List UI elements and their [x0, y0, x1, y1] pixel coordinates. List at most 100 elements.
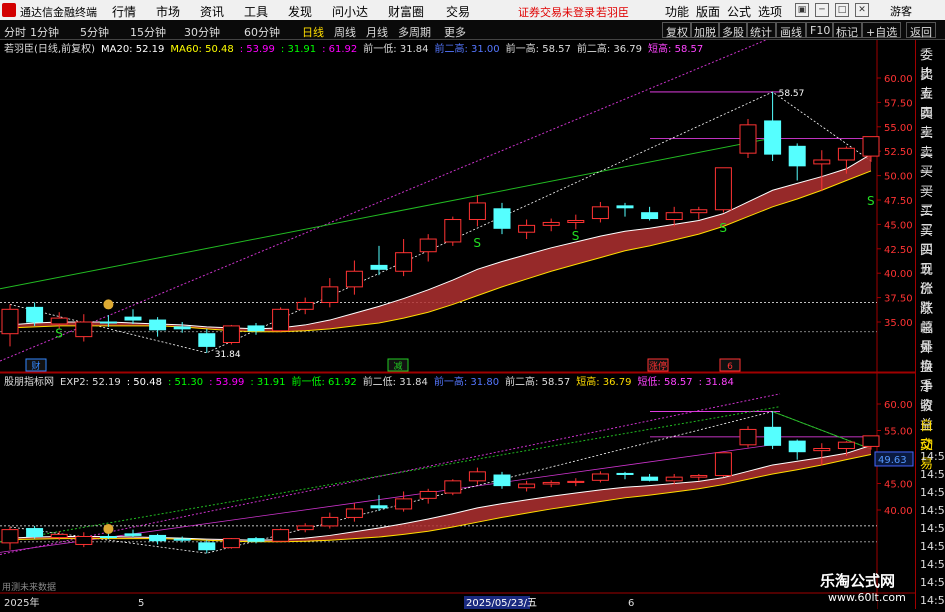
main-candle-16 — [395, 252, 413, 272]
period-60min[interactable]: 60分钟 — [244, 24, 280, 40]
period-15min[interactable]: 15分钟 — [130, 24, 166, 40]
y-tick-label: 55.00 — [884, 427, 913, 438]
right-panel-time-6: 14:56 — [920, 558, 945, 571]
s-marker-0: S — [55, 327, 63, 341]
sub-candle-25 — [616, 472, 634, 475]
main-candle-24 — [591, 206, 609, 220]
sub-candle-16 — [395, 498, 413, 510]
menu-wenxiaoda[interactable]: 问小达 — [332, 3, 368, 20]
btn-huaxian[interactable]: 画线 — [776, 22, 806, 39]
legend-item-1: MA20: 52.19 — [101, 44, 164, 55]
period-5min[interactable]: 5分钟 — [80, 24, 109, 40]
sub-candle-27 — [665, 476, 683, 482]
y-tick-label: 35.00 — [884, 318, 913, 329]
btn-duogu[interactable]: 多股 — [718, 22, 748, 39]
main-candle-35 — [862, 136, 880, 157]
menu-gongneng[interactable]: 功能 — [665, 3, 689, 20]
period-weekly[interactable]: 周线 — [334, 24, 356, 40]
menu-hangqing[interactable]: 行情 — [112, 3, 136, 20]
sub-candle-4 — [99, 536, 117, 538]
trade-login-warning[interactable]: 证券交易未登录 — [518, 4, 595, 20]
period-more[interactable]: 更多 — [444, 24, 466, 40]
right-panel-time-4: 14:56 — [920, 522, 945, 535]
btn-biaoji[interactable]: 标记 — [832, 22, 862, 39]
btn-add-favorite[interactable]: +自选 — [862, 22, 902, 39]
legend-item-4: : 53.99 — [209, 377, 244, 388]
event-marker-2: 涨停 — [649, 360, 667, 372]
btn-jiatuo[interactable]: 加脱 — [690, 22, 720, 39]
main-candle-25 — [616, 205, 634, 209]
main-candle-12 — [296, 301, 314, 310]
main-candle-23 — [567, 219, 585, 223]
menu-shichang[interactable]: 市场 — [156, 3, 180, 20]
kline-chart[interactable]: 若羽臣(日线,前复权) MA20: 52.19 MA60: 50.48: 53.99… — [0, 33, 915, 609]
money-bag-icon — [103, 299, 114, 310]
btn-tongji[interactable]: 统计 — [746, 22, 776, 39]
main-candle-6 — [149, 319, 167, 331]
sub-candle-31 — [764, 426, 782, 446]
period-1min[interactable]: 1分钟 — [30, 24, 59, 40]
legend-item-7: 前二低: 31.84 — [363, 375, 428, 388]
menu-xuanxiang[interactable]: 选项 — [758, 3, 782, 20]
y-tick-label: 42.50 — [884, 245, 913, 256]
sub-candle-8 — [198, 542, 216, 551]
btn-back[interactable]: 返回 — [906, 22, 936, 39]
menu-jiaoyi[interactable]: 交易 — [446, 3, 470, 20]
right-info-panel: 委比 卖五 卖四 卖三 卖二 卖一 买一 买二 买三 买四 买五 现价 涨跌 涨幅 总量 外盘 换手 净资 收益 自动… — [915, 40, 945, 609]
main-candle-1 — [26, 306, 44, 323]
main-candle-22 — [542, 221, 560, 226]
y-tick-label: 37.50 — [884, 294, 913, 305]
main-candle-27 — [665, 212, 683, 221]
sub-candle-28 — [690, 475, 708, 478]
sub-candle-2 — [50, 533, 68, 539]
legend-item-2: : 50.48 — [127, 377, 162, 388]
minimize-icon[interactable]: ─ — [815, 3, 829, 17]
stock-name-title: 若羽臣 — [596, 6, 629, 19]
future-data-note: 用测未来数据 — [2, 581, 56, 593]
legend-item-4: : 31.91 — [281, 44, 316, 55]
date-axis: 2025年 5 6 2025/05/23/五 — [0, 595, 877, 609]
watermark-url: www.60lt.com — [828, 591, 906, 604]
guest-login[interactable]: 游客 — [890, 3, 912, 19]
main-candle-32 — [788, 145, 806, 167]
legend-item-12: : 31.84 — [699, 377, 734, 388]
settings-icon[interactable]: ▣ — [795, 3, 809, 17]
menu-caifuquan[interactable]: 财富圈 — [388, 3, 424, 20]
main-candle-8 — [198, 333, 216, 347]
period-multi[interactable]: 多周期 — [398, 24, 431, 40]
legend-item-5: : 31.91 — [250, 377, 285, 388]
date-label-2: 6 — [628, 598, 634, 609]
date-label-1: 5 — [138, 598, 144, 609]
right-panel-time-0: 14:56 — [920, 450, 945, 463]
sub-candle-35 — [862, 435, 880, 447]
cursor-date: 2025/05/23/五 — [466, 598, 537, 609]
main-candle-31 — [764, 120, 782, 155]
y-tick-label: 40.00 — [884, 269, 913, 280]
menu-gongju[interactable]: 工具 — [244, 3, 268, 20]
btn-f10[interactable]: F10 — [806, 22, 835, 38]
s-marker-1: S — [473, 236, 481, 250]
menu-zixun[interactable]: 资讯 — [200, 3, 224, 20]
close-icon[interactable]: ✕ — [855, 3, 869, 17]
period-daily[interactable]: 日线 — [302, 24, 324, 40]
main-candle-34 — [837, 147, 855, 161]
main-candle-20 — [493, 208, 511, 229]
y-tick-label: 60.00 — [884, 400, 913, 411]
s-marker-3: S — [719, 221, 727, 235]
right-panel-time-1: 14:56 — [920, 468, 945, 481]
sub-candle-34 — [837, 441, 855, 450]
event-marker-1: 减 — [393, 360, 402, 372]
menu-faxian[interactable]: 发现 — [288, 3, 312, 20]
period-fenshi[interactable]: 分时 — [4, 24, 26, 40]
sub-candle-13 — [321, 516, 339, 527]
restore-icon[interactable]: □ — [835, 3, 849, 17]
btn-fuquan[interactable]: 复权 — [662, 22, 692, 39]
sub-candle-1 — [26, 528, 44, 537]
menu-gongshi[interactable]: 公式 — [727, 3, 751, 20]
legend-item-9: 前二高: 58.57 — [505, 375, 570, 388]
period-30min[interactable]: 30分钟 — [184, 24, 220, 40]
legend-item-10: 短高: 58.57 — [648, 42, 703, 55]
period-monthly[interactable]: 月线 — [366, 24, 388, 40]
menu-banmian[interactable]: 版面 — [696, 3, 720, 20]
sub-candle-23 — [567, 480, 585, 483]
